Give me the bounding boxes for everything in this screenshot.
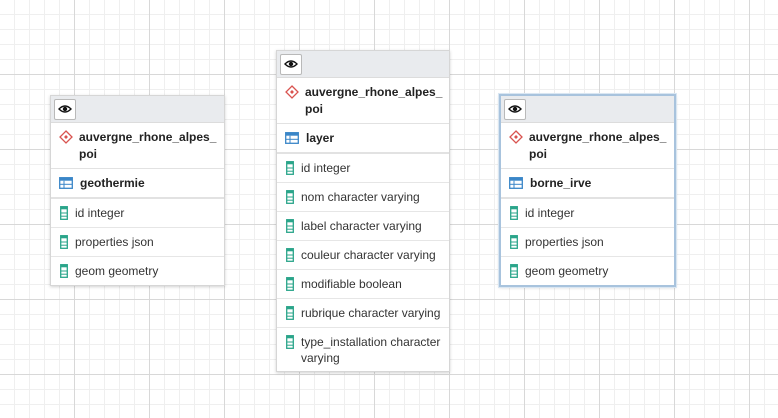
schema-label: auvergne_rhone_alpes_poi xyxy=(79,130,217,161)
column-label: rubrique character varying xyxy=(301,306,441,320)
column-icon xyxy=(286,219,294,233)
toggle-details-button[interactable] xyxy=(54,98,76,120)
table-node-borne-irve[interactable]: auvergne_rhone_alpes_poi borne_irve id i… xyxy=(499,94,676,287)
column-icon xyxy=(60,206,68,220)
column-label: id integer xyxy=(75,206,125,220)
schema-diamond-icon xyxy=(285,85,299,99)
eye-icon xyxy=(508,105,522,113)
column-icon xyxy=(510,235,518,249)
node-header xyxy=(277,51,449,78)
column-row[interactable]: type_installation character varying xyxy=(277,328,449,371)
column-row[interactable]: nom character varying xyxy=(277,183,449,212)
column-icon xyxy=(286,248,294,262)
column-icon xyxy=(60,264,68,278)
column-row[interactable]: properties json xyxy=(51,228,224,257)
column-label: properties json xyxy=(75,235,154,249)
column-row[interactable]: geom geometry xyxy=(501,257,674,285)
column-label: properties json xyxy=(525,235,604,249)
table-label: geothermie xyxy=(80,176,145,190)
column-icon xyxy=(286,306,294,320)
column-icon xyxy=(286,277,294,291)
column-row[interactable]: rubrique character varying xyxy=(277,299,449,328)
schema-label: auvergne_rhone_alpes_poi xyxy=(305,85,443,116)
column-icon xyxy=(510,206,518,220)
table-icon xyxy=(509,177,523,189)
node-header xyxy=(51,96,224,123)
table-name: borne_irve xyxy=(501,169,674,199)
column-label: label character varying xyxy=(301,219,422,233)
column-label: type_installation character varying xyxy=(301,335,441,365)
schema-diamond-icon xyxy=(59,130,73,144)
table-name: layer xyxy=(277,124,449,154)
toggle-details-button[interactable] xyxy=(280,53,302,75)
column-row[interactable]: id integer xyxy=(277,154,449,183)
column-label: nom character varying xyxy=(301,190,420,204)
column-row[interactable]: geom geometry xyxy=(51,257,224,285)
column-label: id integer xyxy=(301,161,351,175)
table-icon xyxy=(59,177,73,189)
column-icon xyxy=(286,335,294,349)
column-row[interactable]: properties json xyxy=(501,228,674,257)
schema-label: auvergne_rhone_alpes_poi xyxy=(529,130,667,161)
column-label: geom geometry xyxy=(75,264,159,278)
schema-name: auvergne_rhone_alpes_poi xyxy=(501,123,674,169)
eye-icon xyxy=(58,105,72,113)
column-row[interactable]: id integer xyxy=(51,199,224,228)
table-name: geothermie xyxy=(51,169,224,199)
column-icon xyxy=(60,235,68,249)
node-header xyxy=(501,96,674,123)
toggle-details-button[interactable] xyxy=(504,98,526,120)
table-label: layer xyxy=(306,131,335,145)
table-node-geothermie[interactable]: auvergne_rhone_alpes_poi geothermie id i… xyxy=(50,95,225,286)
column-row[interactable]: couleur character varying xyxy=(277,241,449,270)
column-icon xyxy=(286,161,294,175)
table-label: borne_irve xyxy=(530,176,592,190)
column-label: modifiable boolean xyxy=(301,277,402,291)
schema-name: auvergne_rhone_alpes_poi xyxy=(277,78,449,124)
column-row[interactable]: modifiable boolean xyxy=(277,270,449,299)
table-icon xyxy=(285,132,299,144)
eye-icon xyxy=(284,60,298,68)
table-node-layer[interactable]: auvergne_rhone_alpes_poi layer id intege… xyxy=(276,50,450,372)
column-icon xyxy=(510,264,518,278)
column-label: id integer xyxy=(525,206,575,220)
column-row[interactable]: label character varying xyxy=(277,212,449,241)
column-label: geom geometry xyxy=(525,264,609,278)
schema-name: auvergne_rhone_alpes_poi xyxy=(51,123,224,169)
column-label: couleur character varying xyxy=(301,248,436,262)
schema-diamond-icon xyxy=(509,130,523,144)
column-icon xyxy=(286,190,294,204)
column-row[interactable]: id integer xyxy=(501,199,674,228)
